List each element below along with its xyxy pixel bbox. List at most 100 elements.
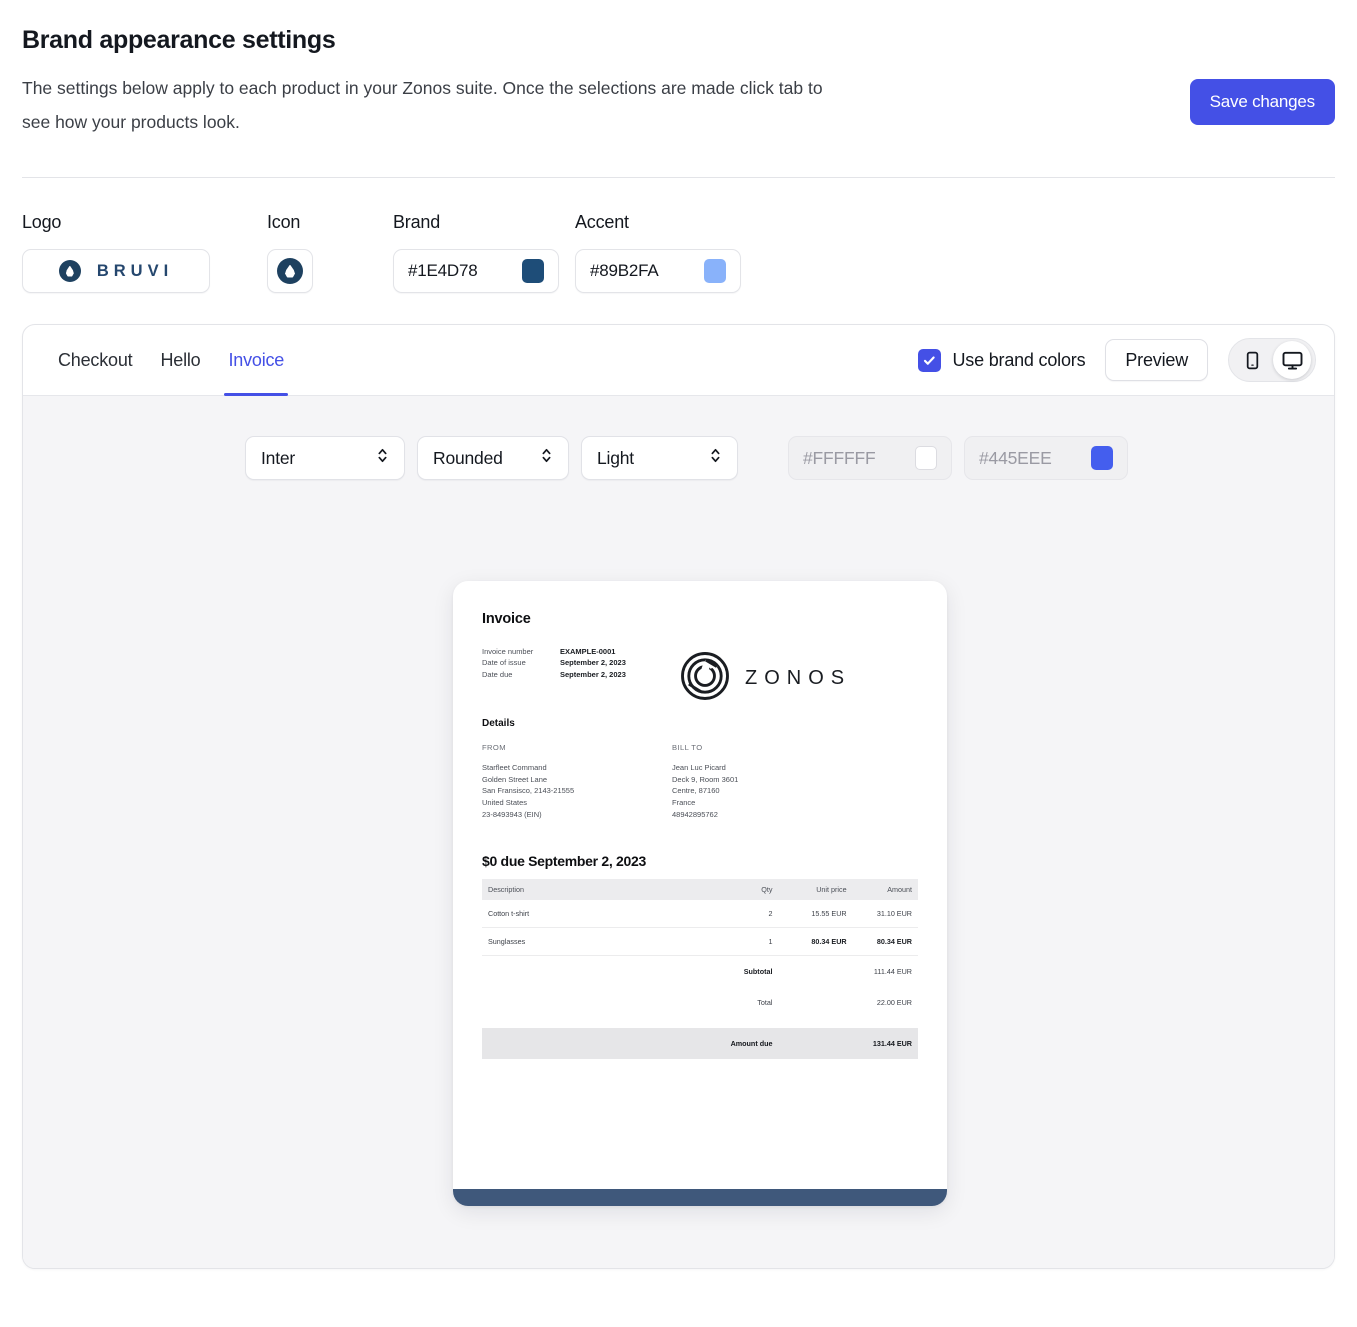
brand-label: Brand bbox=[393, 212, 441, 232]
from-heading: FROM bbox=[482, 743, 506, 753]
table-row: Cotton t-shirt 2 15.55 EUR 31.10 EUR bbox=[482, 900, 918, 929]
page-title: Brand appearance settings bbox=[22, 26, 336, 54]
device-toggle bbox=[1228, 338, 1316, 382]
icon-field: Icon bbox=[267, 212, 313, 293]
page-description: The settings below apply to each product… bbox=[22, 78, 823, 132]
droplet-icon bbox=[277, 258, 303, 284]
date-of-issue-value: September 2, 2023 bbox=[560, 658, 626, 668]
bill-to-line: Deck 9, Room 3601 bbox=[672, 774, 739, 784]
preview-panel: Checkout Hello Invoice Use brand colors … bbox=[22, 324, 1335, 1269]
column-header-unit-price: Unit price bbox=[778, 879, 853, 901]
invoice-heading: Invoice bbox=[482, 611, 531, 627]
total-label: Total bbox=[757, 998, 773, 1008]
tab-hello[interactable]: Hello bbox=[146, 325, 214, 396]
invoice-number-label: Invoice number bbox=[482, 647, 534, 656]
preview-toolbar: Checkout Hello Invoice Use brand colors … bbox=[23, 325, 1334, 396]
chevron-updown-icon bbox=[709, 446, 722, 470]
theme-select[interactable]: Light bbox=[581, 436, 738, 480]
table-row: Sunglasses 1 80.34 EUR 80.34 EUR bbox=[482, 927, 918, 957]
cell-amount: 80.34 EUR bbox=[852, 927, 918, 957]
date-due-value: September 2, 2023 bbox=[560, 669, 626, 679]
amount-due-value: 131.44 EUR bbox=[852, 1028, 918, 1060]
amount-due-label: Amount due bbox=[721, 1028, 779, 1060]
invoice-content: Invoice Invoice number EXAMPLE-0001 Date… bbox=[453, 581, 947, 1060]
subtotal-value: 111.44 EUR bbox=[873, 967, 912, 977]
brand-color-value: #1E4D78 bbox=[408, 261, 478, 280]
bill-to-column: BILL TO Jean Luc Picard Deck 9, Room 360… bbox=[672, 743, 862, 820]
device-desktop-button[interactable] bbox=[1273, 341, 1311, 379]
preview-button[interactable]: Preview bbox=[1105, 339, 1208, 381]
bill-to-line: Centre, 87160 bbox=[672, 786, 720, 796]
save-changes-button[interactable]: Save changes bbox=[1189, 79, 1335, 125]
brand-color-input[interactable]: #1E4D78 bbox=[393, 249, 559, 293]
accent-ui-color-value: #445EEE bbox=[979, 447, 1052, 468]
desktop-icon bbox=[1282, 351, 1302, 370]
bill-to-line: France bbox=[672, 798, 696, 807]
column-header-qty: Qty bbox=[721, 879, 779, 901]
accent-color-input[interactable]: #89B2FA bbox=[575, 249, 741, 293]
zonos-logo-icon bbox=[678, 649, 732, 708]
droplet-icon bbox=[58, 260, 81, 282]
invoice-number-value: EXAMPLE-0001 bbox=[560, 647, 616, 656]
summary-spacer-row bbox=[482, 1018, 918, 1028]
logo-wordmark: BRUVI bbox=[96, 261, 174, 280]
accent-ui-color-swatch bbox=[1091, 446, 1113, 470]
font-select[interactable]: Inter bbox=[245, 436, 405, 480]
date-due-label: Date due bbox=[482, 669, 513, 679]
preview-tabs: Checkout Hello Invoice bbox=[45, 325, 298, 396]
from-line: 23-8493943 (EIN) bbox=[482, 809, 542, 819]
logo-preview[interactable]: BRUVI bbox=[22, 249, 210, 293]
brand-color-field: Brand #1E4D78 bbox=[393, 212, 559, 293]
from-line: Golden Street Lane bbox=[482, 774, 548, 784]
bill-to-line: Jean Luc Picard bbox=[672, 763, 726, 773]
summary-row-subtotal: Subtotal 111.44 EUR bbox=[482, 956, 918, 988]
page-header: Brand appearance settings The settings b… bbox=[0, 0, 1357, 139]
bill-to-line: 48942895762 bbox=[672, 809, 718, 819]
accent-color-swatch[interactable] bbox=[704, 259, 726, 283]
logo-label: Logo bbox=[22, 212, 62, 232]
details-heading: Details bbox=[482, 718, 515, 730]
zonos-wordmark: ZONOS bbox=[745, 667, 852, 689]
accent-label: Accent bbox=[575, 212, 629, 232]
cell-qty: 1 bbox=[721, 927, 779, 957]
use-brand-colors-checkbox[interactable]: Use brand colors bbox=[917, 348, 1086, 372]
icon-preview[interactable] bbox=[267, 249, 313, 293]
background-color-swatch bbox=[915, 446, 937, 470]
accent-ui-color-field: #445EEE bbox=[964, 436, 1128, 480]
corners-select-value: Rounded bbox=[433, 447, 503, 468]
preview-controls: Inter Rounded Light #FFFFFF #445EEE bbox=[23, 436, 1334, 480]
chevron-updown-icon bbox=[376, 446, 389, 470]
tab-invoice[interactable]: Invoice bbox=[214, 325, 298, 396]
brand-assets-row: Logo BRUVI Icon Brand #1E4D78 Accent #89… bbox=[0, 178, 1357, 293]
summary-row-amount-due: Amount due 131.44 EUR bbox=[482, 1028, 918, 1060]
from-column: FROM Starfleet Command Golden Street Lan… bbox=[482, 743, 672, 820]
column-header-amount: Amount bbox=[852, 879, 918, 901]
logo-field: Logo BRUVI bbox=[22, 212, 210, 293]
amount-due-headline: $0 due September 2, 2023 bbox=[482, 853, 646, 870]
chevron-updown-icon bbox=[540, 446, 553, 470]
from-line: Starfleet Command bbox=[482, 763, 547, 773]
bill-to-heading: BILL TO bbox=[672, 743, 703, 753]
tab-checkout[interactable]: Checkout bbox=[45, 325, 146, 396]
subtotal-label: Subtotal bbox=[743, 967, 773, 977]
device-mobile-button[interactable] bbox=[1233, 341, 1271, 379]
brand-appearance-page: Brand appearance settings The settings b… bbox=[0, 0, 1357, 1327]
theme-select-value: Light bbox=[597, 447, 634, 468]
cell-unit-price: 15.55 EUR bbox=[778, 900, 853, 929]
date-of-issue-label: Date of issue bbox=[482, 658, 526, 668]
invoice-preview-card: Invoice Invoice number EXAMPLE-0001 Date… bbox=[453, 581, 947, 1206]
preview-body: Inter Rounded Light #FFFFFF #445EEE Invo… bbox=[23, 396, 1334, 1268]
cell-qty: 2 bbox=[721, 900, 779, 929]
brand-color-fields: Brand #1E4D78 Accent #89B2FA bbox=[393, 212, 741, 293]
mobile-icon bbox=[1246, 351, 1258, 369]
summary-row-total: Total 22.00 EUR bbox=[482, 987, 918, 1018]
brand-color-swatch[interactable] bbox=[522, 259, 544, 283]
corners-select[interactable]: Rounded bbox=[417, 436, 569, 480]
cell-amount: 31.10 EUR bbox=[852, 900, 918, 929]
address-columns: FROM Starfleet Command Golden Street Lan… bbox=[482, 743, 918, 820]
cell-description: Cotton t-shirt bbox=[482, 900, 722, 929]
background-color-value: #FFFFFF bbox=[803, 447, 876, 468]
toolbar-actions: Use brand colors Preview bbox=[917, 338, 1316, 382]
cell-description: Sunglasses bbox=[482, 927, 722, 957]
checkbox-checked-icon[interactable] bbox=[917, 348, 941, 372]
